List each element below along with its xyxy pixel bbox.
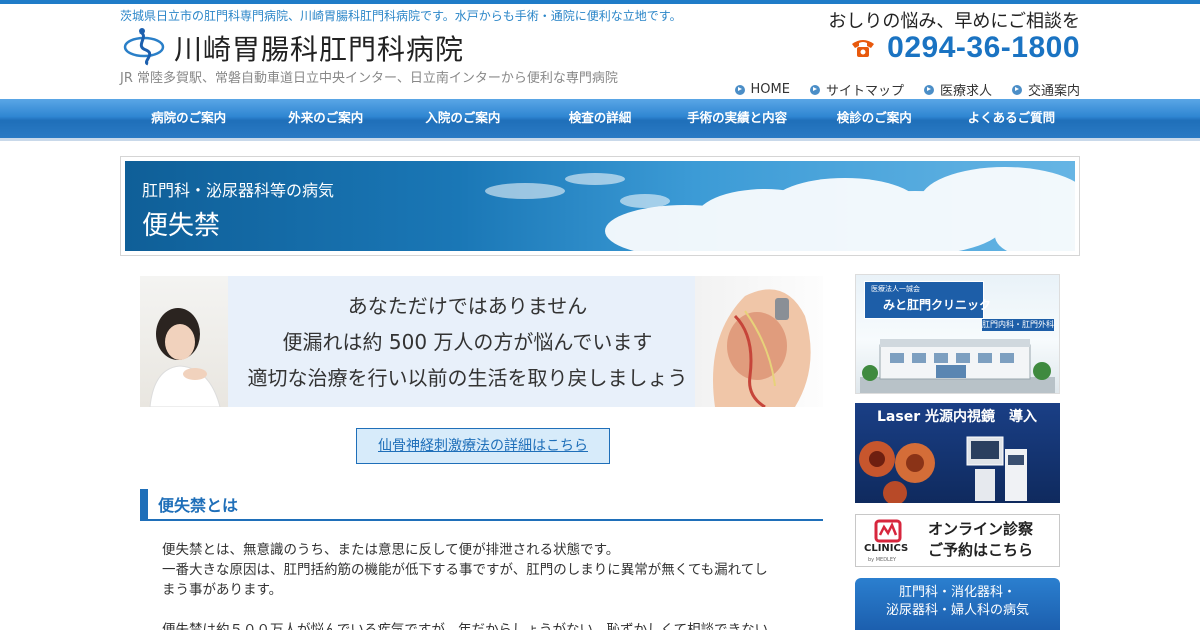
hospital-logo[interactable]: 川崎胃腸科肛門科病院	[120, 24, 540, 68]
global-nav: 病院のご案内 外来のご案内 入院のご案内 検査の詳細 手術の実績と内容 検診のご…	[0, 99, 1200, 141]
nav-item-exams[interactable]: 検査の詳細	[531, 99, 668, 138]
disease-list-header[interactable]: 肛門科・消化器科・ 泌尿器科・婦人科の病気	[855, 578, 1060, 630]
header-tagline: 茨城県日立市の肛門科専門病院、川崎胃腸科肛門科病院です。水戸からも手術・通院に便…	[120, 9, 682, 23]
section-title: 便失禁とは	[158, 496, 239, 515]
clinics-logo-sub: by MEDLEY	[868, 557, 897, 563]
banner-line-1: あなただけではありません	[347, 294, 588, 318]
online-text: オンライン診察 ご予約はこちら	[928, 519, 1033, 561]
cloud-sky-image	[485, 167, 1075, 251]
disease-line-1: 肛門科・消化器科・	[898, 585, 1016, 600]
anatomy-diagram	[695, 276, 823, 407]
header-subtitle: JR 常陸多賀駅、常磐自動車道日立中央インター、日立南インターから便利な専門病院	[120, 71, 618, 86]
phone-icon	[852, 40, 875, 57]
nav-item-outpatient[interactable]: 外来のご案内	[257, 99, 394, 138]
nav-item-hospital[interactable]: 病院のご案内	[120, 99, 257, 138]
online-line-2: ご予約はこちら	[928, 541, 1034, 559]
clinics-logo-text: CLINICS	[864, 543, 909, 554]
body-line: 一番大きな原因は、肛門括約筋の機能が低下する事ですが、肛門のしまりに異常が無くて…	[162, 562, 768, 578]
online-consultation-banner[interactable]: CLINICS by MEDLEY オンライン診察 ご予約はこちら	[855, 514, 1060, 567]
nav-item-checkup[interactable]: 検診のご案内	[806, 99, 943, 138]
page-hero: 肛門科・泌尿器科等の病気 便失禁	[120, 156, 1080, 256]
arrow-icon	[809, 84, 820, 95]
clinic-sign: 医療法人一誠会 みと肛門クリニック	[864, 281, 991, 319]
phone-block[interactable]: 0294-36-1800	[849, 31, 1080, 65]
util-link-label: サイトマップ	[825, 84, 904, 99]
section-heading: 便失禁とは	[140, 489, 823, 521]
logo-text: 川崎胃腸科肛門科病院	[174, 33, 465, 66]
clinic-name: みと肛門クリニック	[883, 298, 992, 312]
nav-item-inpatient[interactable]: 入院のご案内	[394, 99, 531, 138]
top-accent-line	[0, 0, 1200, 4]
mito-clinic-banner[interactable]: 医療法人一誠会 みと肛門クリニック 肛門内科・肛門外科	[855, 274, 1060, 394]
endoscope-images	[859, 436, 1027, 503]
section-body: 便失禁とは、無意識のうち、または意思に反して便が排泄される状態です。 一番大きな…	[162, 540, 802, 630]
clinic-org: 医療法人一誠会	[871, 285, 920, 293]
util-link-label: 医療求人	[939, 84, 992, 99]
body-line: 便失禁とは、無意識のうち、または意思に反して便が排泄される状態です。	[162, 542, 620, 558]
section-heading-bar	[140, 489, 148, 519]
util-link-recruit[interactable]: 医療求人	[923, 80, 992, 99]
clinic-departments: 肛門内科・肛門外科	[982, 319, 1054, 331]
logo-mark-icon	[123, 28, 165, 66]
laser-endoscope-banner[interactable]: Laser 光源内視鏡 導入	[855, 403, 1060, 503]
disease-line-2: 泌尿器科・婦人科の病気	[885, 603, 1029, 618]
utility-links: HOME サイトマップ 医療求人 交通案内	[734, 80, 1080, 99]
arrow-icon	[1011, 84, 1022, 95]
util-link-sitemap[interactable]: サイトマップ	[809, 80, 904, 99]
util-link-label: 交通案内	[1027, 84, 1080, 99]
consult-text: おしりの悩み、早めにご相談を	[828, 11, 1080, 32]
arrow-icon	[734, 84, 745, 95]
sacral-nerve-stimulation-link[interactable]: 仙骨神経刺激療法の詳細はこちら	[356, 428, 610, 464]
banner-line-2: 便漏れは約 500 万人の方が悩んでいます	[282, 330, 653, 354]
util-link-access[interactable]: 交通案内	[1011, 80, 1080, 99]
nav-item-surgery[interactable]: 手術の実績と内容	[669, 99, 806, 138]
phone-number[interactable]: 0294-36-1800	[887, 31, 1080, 65]
util-link-home[interactable]: HOME	[734, 80, 790, 99]
woman-photo	[140, 276, 228, 407]
awareness-banner: あなただけではありません 便漏れは約 500 万人の方が悩んでいます 適切な治療…	[140, 276, 823, 407]
laser-title: Laser 光源内視鏡 導入	[877, 409, 1037, 425]
hero-category: 肛門科・泌尿器科等の病気	[142, 181, 335, 200]
banner-line-3: 適切な治療を行い以前の生活を取り戻しましょう	[247, 366, 688, 390]
arrow-icon	[923, 84, 934, 95]
online-line-1: オンライン診察	[928, 520, 1034, 538]
body-line: まう事があります。	[162, 582, 283, 598]
nav-item-faq[interactable]: よくあるご質問	[943, 99, 1080, 138]
body-line: 便失禁は約５００万人が悩んでいる疾気ですが、年だからしょうがない、恥ずかしくて相…	[162, 622, 769, 630]
util-link-label: HOME	[750, 82, 790, 97]
page-title: 便失禁	[142, 211, 221, 241]
